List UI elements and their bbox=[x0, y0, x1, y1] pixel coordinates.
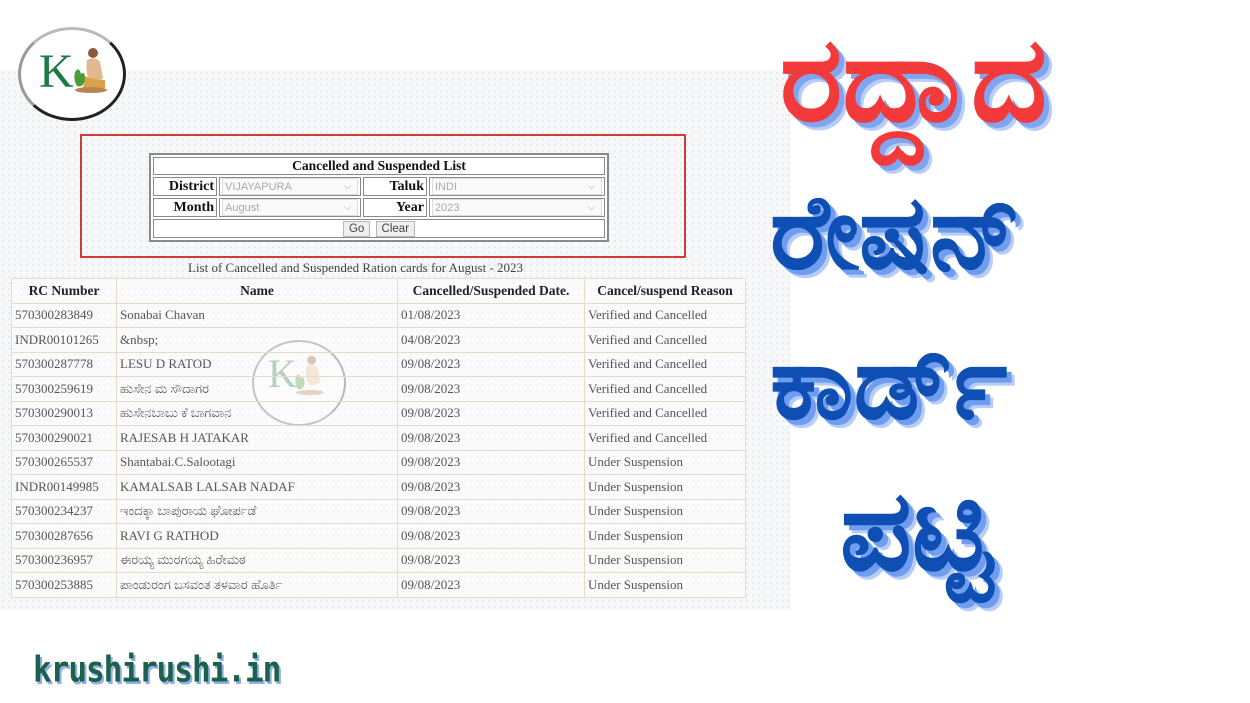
cell-rc-number: 570300236957 bbox=[11, 547, 117, 573]
year-select[interactable]: 2023 ⌵ bbox=[432, 199, 602, 216]
header-name: Name bbox=[116, 278, 398, 304]
cell-date: 09/08/2023 bbox=[397, 351, 585, 377]
district-select[interactable]: VIJAYAPURA ⌵ bbox=[222, 178, 358, 195]
cell-name: ಈರಯ್ಯ ಮುರಗಯ್ಯ ಹಿರೇಮಠ bbox=[116, 547, 398, 573]
cell-rc-number: 570300290013 bbox=[11, 400, 117, 426]
table-row: 570300265537 Shantabai.C.Salootagi 09/08/2… bbox=[11, 449, 746, 475]
chevron-down-icon: ⌵ bbox=[588, 202, 595, 212]
cell-rc-number: INDR00149985 bbox=[11, 474, 117, 500]
cell-rc-number: 570300287778 bbox=[11, 351, 117, 377]
cell-reason: Verified and Cancelled bbox=[584, 351, 746, 377]
farmer-icon bbox=[74, 48, 107, 93]
filter-form: Cancelled and Suspended List District VI… bbox=[149, 153, 609, 242]
cell-rc-number: 570300234237 bbox=[11, 498, 117, 524]
cell-reason: Under Suspension bbox=[584, 547, 746, 573]
table-row: 570300287656 RAVI G RATHOD 09/08/2023 Under… bbox=[11, 523, 746, 549]
year-label: Year bbox=[363, 198, 427, 217]
cell-date: 09/08/2023 bbox=[397, 572, 585, 598]
clear-button[interactable]: Clear bbox=[375, 221, 416, 237]
cell-name: Sonabai Chavan bbox=[116, 302, 398, 328]
table-row: 570300287778 LESU D RATOD 09/08/2023 Verifi… bbox=[11, 351, 746, 377]
table-row: 570300259619 ಹುಸೇನ ಮ ಸೌದಾಗರ 09/08/2023 Veri… bbox=[11, 376, 746, 402]
chevron-down-icon: ⌵ bbox=[344, 181, 351, 191]
cell-date: 09/08/2023 bbox=[397, 449, 585, 475]
cell-reason: Verified and Cancelled bbox=[584, 327, 746, 353]
month-value: August bbox=[225, 201, 260, 214]
table-row: 570300290021 RAJESAB H JATAKAR 09/08/2023 V… bbox=[11, 425, 746, 451]
headline-line-4: ಪಟ್ಟಿ bbox=[840, 466, 993, 596]
table-row: 570300234237 ಇಂದಕ್ಕಾ ಬಾಪುರಾಯ ಘೋರ್ಪಡೆ 09/08… bbox=[11, 498, 746, 524]
cell-name: RAVI G RATHOD bbox=[116, 523, 398, 549]
cell-reason: Verified and Cancelled bbox=[584, 376, 746, 402]
table-row: INDR00149985 KAMALSAB LALSAB NADAF 09/08/2… bbox=[11, 474, 746, 500]
headline-line-2: ರೇಷನ್ bbox=[770, 171, 1022, 293]
chevron-down-icon: ⌵ bbox=[588, 181, 595, 191]
header-rc-number: RC Number bbox=[11, 278, 117, 304]
month-select[interactable]: August ⌵ bbox=[222, 199, 358, 216]
cell-date: 09/08/2023 bbox=[397, 547, 585, 573]
cell-date: 01/08/2023 bbox=[397, 302, 585, 328]
logo-letter: K bbox=[39, 45, 74, 98]
cell-rc-number: 570300259619 bbox=[11, 376, 117, 402]
table-row: 570300283849 Sonabai Chavan 01/08/2023 Veri… bbox=[11, 302, 746, 328]
go-button[interactable]: Go bbox=[342, 221, 371, 237]
cell-reason: Verified and Cancelled bbox=[584, 400, 746, 426]
cell-reason: Verified and Cancelled bbox=[584, 425, 746, 451]
table-header-row: RC Number Name Cancelled/Suspended Date.… bbox=[11, 278, 746, 304]
headline-line-3: ಕಾರ್ಡ್ bbox=[770, 321, 1008, 443]
cell-name: Shantabai.C.Salootagi bbox=[116, 449, 398, 475]
form-title: Cancelled and Suspended List bbox=[153, 157, 605, 175]
table-row: 570300253885 ಪಾಂಡುರಂಗ ಬಸವಂತ ತಳವಾರ ಹೊರ್ತಿ 0… bbox=[11, 572, 746, 598]
cell-date: 09/08/2023 bbox=[397, 474, 585, 500]
cell-date: 09/08/2023 bbox=[397, 400, 585, 426]
cell-date: 04/08/2023 bbox=[397, 327, 585, 353]
year-value: 2023 bbox=[435, 201, 460, 214]
cell-name: ಇಂದಕ್ಕಾ ಬಾಪುರಾಯ ಘೋರ್ಪಡೆ bbox=[116, 498, 398, 524]
cell-rc-number: INDR00101265 bbox=[11, 327, 117, 353]
month-label: Month bbox=[153, 198, 217, 217]
cell-reason: Under Suspension bbox=[584, 449, 746, 475]
cell-date: 09/08/2023 bbox=[397, 376, 585, 402]
table-row: 570300290013 ಹುಸೇನಬಾಬು ಕೆ ಬಾಗವಾನ 09/08/202… bbox=[11, 400, 746, 426]
cell-reason: Under Suspension bbox=[584, 498, 746, 524]
cell-name: &nbsp; bbox=[116, 327, 398, 353]
ration-card-table: RC Number Name Cancelled/Suspended Date.… bbox=[11, 278, 746, 598]
header-reason: Cancel/suspend Reason bbox=[584, 278, 746, 304]
cell-rc-number: 570300253885 bbox=[11, 572, 117, 598]
cell-name: ಹುಸೇನಬಾಬು ಕೆ ಬಾಗವಾನ bbox=[116, 400, 398, 426]
cell-name: ಪಾಂಡುರಂಗ ಬಸವಂತ ತಳವಾರ ಹೊರ್ತಿ bbox=[116, 572, 398, 598]
taluk-label: Taluk bbox=[363, 177, 427, 196]
cell-date: 09/08/2023 bbox=[397, 498, 585, 524]
list-caption: List of Cancelled and Suspended Ration c… bbox=[188, 260, 524, 275]
district-label: District bbox=[153, 177, 217, 196]
brand-logo: K bbox=[18, 27, 126, 121]
cell-name: LESU D RATOD bbox=[116, 351, 398, 377]
taluk-select[interactable]: INDI ⌵ bbox=[432, 178, 602, 195]
cell-rc-number: 570300290021 bbox=[11, 425, 117, 451]
site-url: krushirushi.in bbox=[33, 649, 281, 691]
cell-date: 09/08/2023 bbox=[397, 425, 585, 451]
header-date: Cancelled/Suspended Date. bbox=[397, 278, 585, 304]
cell-rc-number: 570300283849 bbox=[11, 302, 117, 328]
district-value: VIJAYAPURA bbox=[225, 180, 292, 193]
cell-reason: Under Suspension bbox=[584, 523, 746, 549]
cell-reason: Under Suspension bbox=[584, 474, 746, 500]
taluk-value: INDI bbox=[435, 180, 457, 193]
cell-date: 09/08/2023 bbox=[397, 523, 585, 549]
chevron-down-icon: ⌵ bbox=[344, 202, 351, 212]
cell-rc-number: 570300265537 bbox=[11, 449, 117, 475]
cell-reason: Verified and Cancelled bbox=[584, 302, 746, 328]
table-row: 570300236957 ಈರಯ್ಯ ಮುರಗಯ್ಯ ಹಿರೇಮಠ 09/08/20… bbox=[11, 547, 746, 573]
cell-reason: Under Suspension bbox=[584, 572, 746, 598]
cell-name: ಹುಸೇನ ಮ ಸೌದಾಗರ bbox=[116, 376, 398, 402]
table-row: INDR00101265 &nbsp; 04/08/2023 Verified and… bbox=[11, 327, 746, 353]
cell-name: RAJESAB H JATAKAR bbox=[116, 425, 398, 451]
headline-line-1: ರದ್ದಾದ bbox=[780, 10, 1048, 148]
cell-rc-number: 570300287656 bbox=[11, 523, 117, 549]
cell-name: KAMALSAB LALSAB NADAF bbox=[116, 474, 398, 500]
